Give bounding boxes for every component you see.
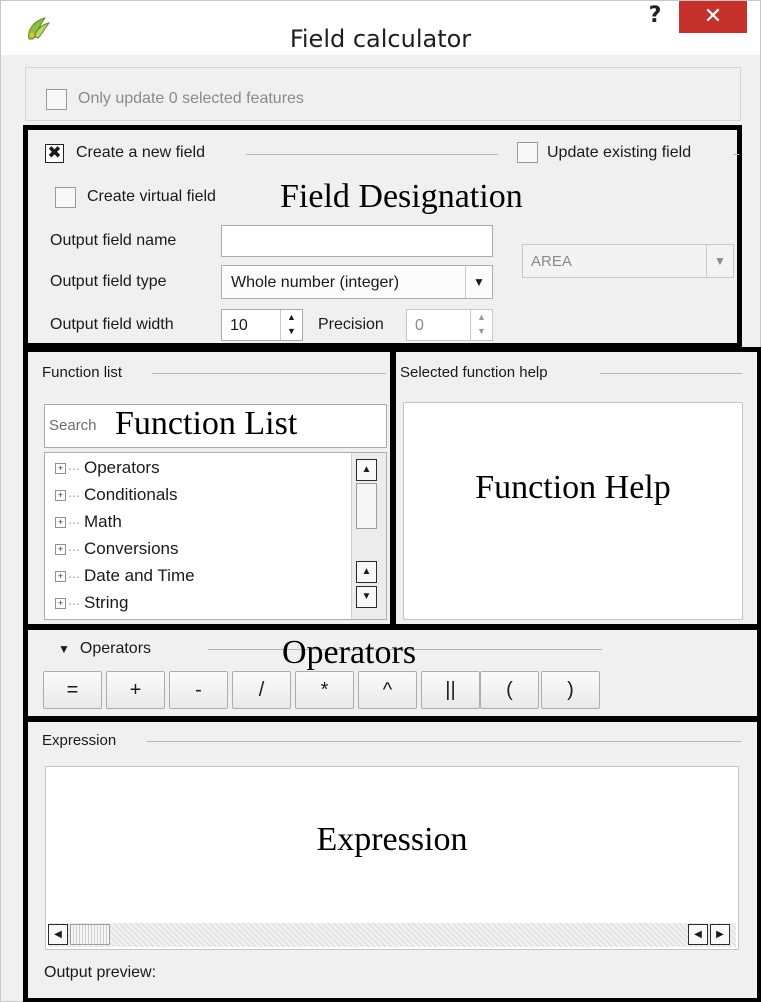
- scroll-up-icon[interactable]: ▲: [356, 459, 377, 481]
- create-virtual-field-label: Create virtual field: [87, 188, 216, 205]
- output-field-width-value: 10: [230, 317, 248, 334]
- output-field-name-label: Output field name: [50, 232, 177, 249]
- function-list-scrollbar[interactable]: ▲ ▲ ▼: [351, 453, 386, 619]
- operators-toggle[interactable]: ▼ Operators: [58, 640, 151, 658]
- expression-divider: [147, 741, 741, 742]
- tree-item-string[interactable]: + ⋯ String: [55, 593, 128, 613]
- only-update-group: Only update 0 selected features: [25, 67, 741, 121]
- output-field-type-value: Whole number (integer): [231, 274, 400, 291]
- function-help-annotation: Function Help: [475, 469, 671, 506]
- tree-item-conditionals[interactable]: + ⋯ Conditionals: [55, 485, 178, 505]
- output-preview-label: Output preview:: [44, 964, 157, 981]
- precision-value: 0: [415, 317, 424, 334]
- precision-label: Precision: [318, 316, 384, 333]
- existing-field-combo[interactable]: AREA ▼: [522, 244, 734, 278]
- expand-icon[interactable]: +: [55, 463, 66, 475]
- update-existing-divider: [733, 154, 739, 155]
- expression-group-label: Expression: [42, 732, 117, 749]
- scroll-down-icon[interactable]: ▼: [356, 586, 377, 608]
- operator-open-paren-button[interactable]: (: [480, 671, 539, 709]
- output-field-type-select[interactable]: Whole number (integer) ▼: [221, 265, 493, 299]
- create-virtual-field-checkbox[interactable]: [55, 187, 76, 208]
- function-list-panel: Function list Search Function List + ⋯ Ope…: [23, 347, 395, 629]
- expand-icon[interactable]: +: [55, 490, 66, 502]
- precision-spinbox[interactable]: 0 ▲ ▼: [406, 309, 493, 341]
- scroll-thumb[interactable]: [356, 483, 377, 529]
- only-update-checkbox[interactable]: [46, 89, 67, 110]
- spin-arrows-icon[interactable]: ▲ ▼: [280, 310, 302, 340]
- title-bar[interactable]: Field calculator ? ✕: [1, 1, 760, 55]
- expand-icon[interactable]: +: [55, 598, 66, 610]
- create-new-field-divider: [246, 154, 498, 155]
- expand-icon[interactable]: +: [55, 517, 66, 529]
- expand-icon[interactable]: +: [55, 571, 66, 583]
- create-new-field-label: Create a new field: [76, 144, 205, 161]
- output-field-name-input[interactable]: [221, 225, 493, 257]
- operator-multiply-button[interactable]: *: [295, 671, 354, 709]
- function-help-divider: [600, 373, 742, 374]
- function-search-input[interactable]: Search Function List: [44, 404, 387, 448]
- field-designation-annotation: Field Designation: [280, 178, 523, 215]
- operator-close-paren-button[interactable]: ): [541, 671, 600, 709]
- close-button[interactable]: ✕: [679, 1, 747, 33]
- update-existing-field-checkbox[interactable]: [517, 142, 538, 163]
- expression-panel: Expression Expression ◀ ◀ ▶ Output previ…: [23, 717, 761, 1002]
- function-help-box: Function Help: [403, 402, 743, 620]
- spin-arrows-icon[interactable]: ▲ ▼: [470, 310, 492, 340]
- operator-power-button[interactable]: ^: [358, 671, 417, 709]
- expression-hscrollbar[interactable]: ◀ ◀ ▶: [48, 923, 736, 947]
- operator-minus-button[interactable]: -: [169, 671, 228, 709]
- expression-annotation: Expression: [316, 821, 468, 858]
- function-help-group-label: Selected function help: [400, 364, 548, 381]
- tree-item-date-and-time[interactable]: + ⋯ Date and Time: [55, 566, 195, 586]
- chevron-down-icon: ▼: [465, 266, 492, 298]
- operators-annotation: Operators: [282, 634, 417, 671]
- triangle-down-icon: ▼: [58, 642, 70, 656]
- tree-item-conversions[interactable]: + ⋯ Conversions: [55, 539, 179, 559]
- output-field-width-spinbox[interactable]: 10 ▲ ▼: [221, 309, 303, 341]
- field-calculator-dialog: Field calculator ? ✕ Only update 0 selec…: [0, 0, 761, 1002]
- tree-item-operators[interactable]: + ⋯ Operators: [55, 458, 160, 478]
- operator-concat-button[interactable]: ||: [421, 671, 480, 709]
- function-list-divider: [152, 373, 386, 374]
- expression-editor[interactable]: Expression ◀ ◀ ▶: [45, 766, 739, 950]
- update-existing-field-label: Update existing field: [547, 144, 692, 161]
- output-field-width-label: Output field width: [50, 316, 174, 333]
- create-new-field-checkbox[interactable]: ✖: [45, 144, 64, 163]
- chevron-down-icon: ▼: [706, 245, 733, 277]
- search-placeholder: Search: [49, 417, 97, 434]
- function-list-group-label: Function list: [42, 364, 123, 381]
- expand-icon[interactable]: +: [55, 544, 66, 556]
- output-field-type-label: Output field type: [50, 273, 167, 290]
- scroll-left-icon[interactable]: ◀: [688, 924, 708, 945]
- tree-item-math[interactable]: + ⋯ Math: [55, 512, 122, 532]
- hscroll-thumb[interactable]: [70, 924, 110, 945]
- scroll-left-icon[interactable]: ◀: [48, 924, 68, 945]
- operator-equals-button[interactable]: =: [43, 671, 102, 709]
- function-help-panel: Selected function help Function Help: [391, 347, 761, 629]
- existing-field-value: AREA: [531, 253, 572, 270]
- only-update-label: Only update 0 selected features: [78, 90, 304, 107]
- function-tree[interactable]: + ⋯ Operators + ⋯ Conditionals + ⋯ Math + ⋯ Conv…: [44, 452, 387, 620]
- field-designation-panel: ✖ Create a new field Update existing fie…: [23, 125, 742, 348]
- operator-plus-button[interactable]: +: [106, 671, 165, 709]
- help-button[interactable]: ?: [637, 3, 673, 33]
- function-list-annotation: Function List: [115, 405, 298, 442]
- scroll-up-icon[interactable]: ▲: [356, 561, 377, 583]
- operator-divide-button[interactable]: /: [232, 671, 291, 709]
- scroll-right-icon[interactable]: ▶: [710, 924, 730, 945]
